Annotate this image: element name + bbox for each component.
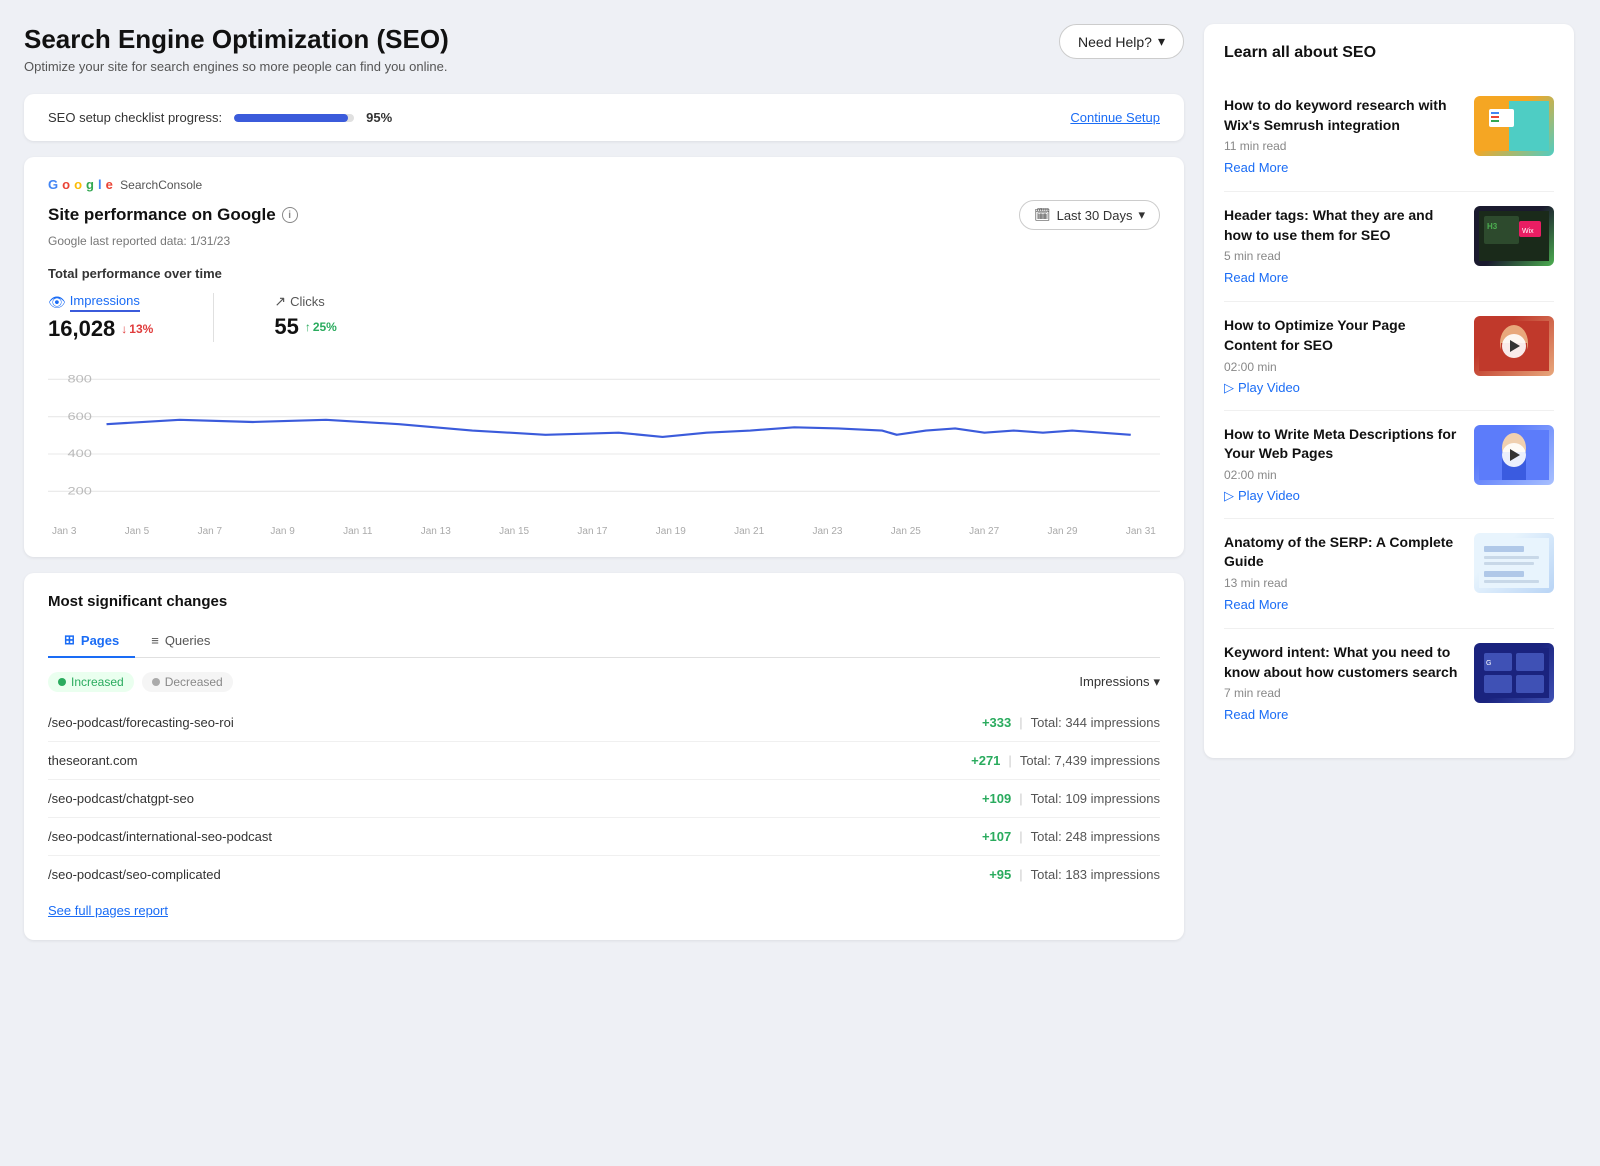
resource-title: Anatomy of the SERP: A Complete Guide [1224,533,1460,572]
chart-x-labels: Jan 3Jan 5Jan 7Jan 9Jan 11 Jan 13Jan 15J… [48,526,1160,537]
pages-tab-icon: ⊞ [64,632,75,648]
list-item: How to do keyword research with Wix's Se… [1224,82,1554,192]
resource-thumbnail [1474,425,1554,485]
decreased-dot [152,678,160,686]
resource-title: How to do keyword research with Wix's Se… [1224,96,1460,135]
resource-meta: 13 min read [1224,576,1460,590]
impressions-metric: 👁 Impressions 16,028 ↓ 13% [48,293,153,342]
arrow-up-icon: ↑ [305,320,311,334]
progress-percent: 95% [366,110,392,125]
badge-increased[interactable]: Increased [48,672,134,692]
list-item: Header tags: What they are and how to us… [1224,192,1554,302]
eye-icon: 👁 [48,294,66,311]
need-help-button[interactable]: Need Help? ▾ [1059,24,1184,59]
info-icon[interactable]: i [282,207,298,223]
svg-text:600: 600 [67,410,91,422]
svg-text:400: 400 [67,447,91,459]
resource-meta: 7 min read [1224,686,1460,700]
changes-tabs: ⊞ Pages ≡ Queries [48,624,1160,658]
chevron-down-icon: ▾ [1153,674,1160,690]
progress-label: SEO setup checklist progress: [48,110,222,125]
svg-text:H3: H3 [1487,222,1498,231]
list-item: How to Write Meta Descriptions for Your … [1224,411,1554,519]
table-row: theseorant.com +271 | Total: 7,439 impre… [48,742,1160,780]
metrics-row: 👁 Impressions 16,028 ↓ 13% ↗ [48,293,1160,342]
calendar-icon: 🗓 [1034,207,1051,223]
increased-dot [58,678,66,686]
svg-text:200: 200 [67,485,91,497]
performance-chart: 800 600 400 200 [48,358,1160,518]
cursor-icon: ↗ [274,293,286,310]
performance-title: Site performance on Google i [48,205,298,225]
read-more-link[interactable]: Read More [1224,597,1288,612]
clicks-metric: ↗ Clicks 55 ↑ 25% [274,293,337,342]
play-video-link[interactable]: ▷ Play Video [1224,488,1460,504]
read-more-link[interactable]: Read More [1224,707,1288,722]
full-report-link[interactable]: See full pages report [48,903,168,918]
resource-title: Header tags: What they are and how to us… [1224,206,1460,245]
sidebar-title: Learn all about SEO [1224,44,1554,62]
svg-text:800: 800 [67,373,91,385]
tab-pages[interactable]: ⊞ Pages [48,624,135,658]
sidebar: Learn all about SEO How to do keyword re… [1204,24,1574,940]
chart-svg: 800 600 400 200 [48,358,1160,518]
page-title: Search Engine Optimization (SEO) [24,24,449,55]
sort-impressions[interactable]: Impressions ▾ [1079,674,1160,690]
resource-thumbnail [1474,316,1554,376]
svg-text:Wix: Wix [1522,228,1534,235]
resource-thumbnail: G [1474,643,1554,703]
play-overlay [1502,334,1526,358]
resource-title: How to Write Meta Descriptions for Your … [1224,425,1460,464]
resource-thumbnail [1474,96,1554,156]
resource-title: Keyword intent: What you need to know ab… [1224,643,1460,682]
date-filter-button[interactable]: 🗓 Last 30 Days ▾ [1019,200,1160,230]
svg-text:G: G [1486,660,1491,667]
page-subtitle: Optimize your site for search engines so… [24,59,449,74]
changes-table: /seo-podcast/forecasting-seo-roi +333 | … [48,704,1160,893]
chart-section-title: Total performance over time [48,266,1160,281]
table-row: /seo-podcast/chatgpt-seo +109 | Total: 1… [48,780,1160,818]
play-overlay [1502,443,1526,467]
table-row: /seo-podcast/seo-complicated +95 | Total… [48,856,1160,893]
changes-card: Most significant changes ⊞ Pages ≡ Queri… [24,573,1184,940]
table-row: /seo-podcast/international-seo-podcast +… [48,818,1160,856]
list-item: How to Optimize Your Page Content for SE… [1224,302,1554,410]
read-more-link[interactable]: Read More [1224,270,1288,285]
resource-meta: 02:00 min [1224,468,1460,482]
impressions-change: ↓ 13% [121,322,153,336]
progress-card: SEO setup checklist progress: 95% Contin… [24,94,1184,141]
google-search-console-badge: Google SearchConsole [48,177,1160,192]
resource-thumbnail [1474,533,1554,593]
performance-card: Google SearchConsole Site performance on… [24,157,1184,557]
arrow-down-icon: ↓ [121,322,127,336]
resource-meta: 5 min read [1224,249,1460,263]
chevron-down-icon: ▾ [1158,33,1165,50]
performance-subtitle: Google last reported data: 1/31/23 [48,234,1160,248]
queries-tab-icon: ≡ [151,633,159,648]
resource-meta: 02:00 min [1224,360,1460,374]
changes-title: Most significant changes [48,593,1160,610]
resource-meta: 11 min read [1224,139,1460,153]
read-more-link[interactable]: Read More [1224,160,1288,175]
resource-thumbnail: H3 Wix [1474,206,1554,266]
list-item: Anatomy of the SERP: A Complete Guide 13… [1224,519,1554,629]
badges-row: Increased Decreased Impressions ▾ [48,672,1160,692]
badge-decreased[interactable]: Decreased [142,672,233,692]
progress-bar [234,114,354,122]
resources-list: How to do keyword research with Wix's Se… [1224,82,1554,738]
table-row: /seo-podcast/forecasting-seo-roi +333 | … [48,704,1160,742]
tab-queries[interactable]: ≡ Queries [135,624,226,658]
play-video-link[interactable]: ▷ Play Video [1224,380,1460,396]
play-icon: ▷ [1224,488,1234,504]
resource-title: How to Optimize Your Page Content for SE… [1224,316,1460,355]
clicks-change: ↑ 25% [305,320,337,334]
continue-setup-link[interactable]: Continue Setup [1070,110,1160,125]
list-item: Keyword intent: What you need to know ab… [1224,629,1554,738]
chevron-down-icon: ▾ [1138,207,1145,223]
play-icon: ▷ [1224,380,1234,396]
